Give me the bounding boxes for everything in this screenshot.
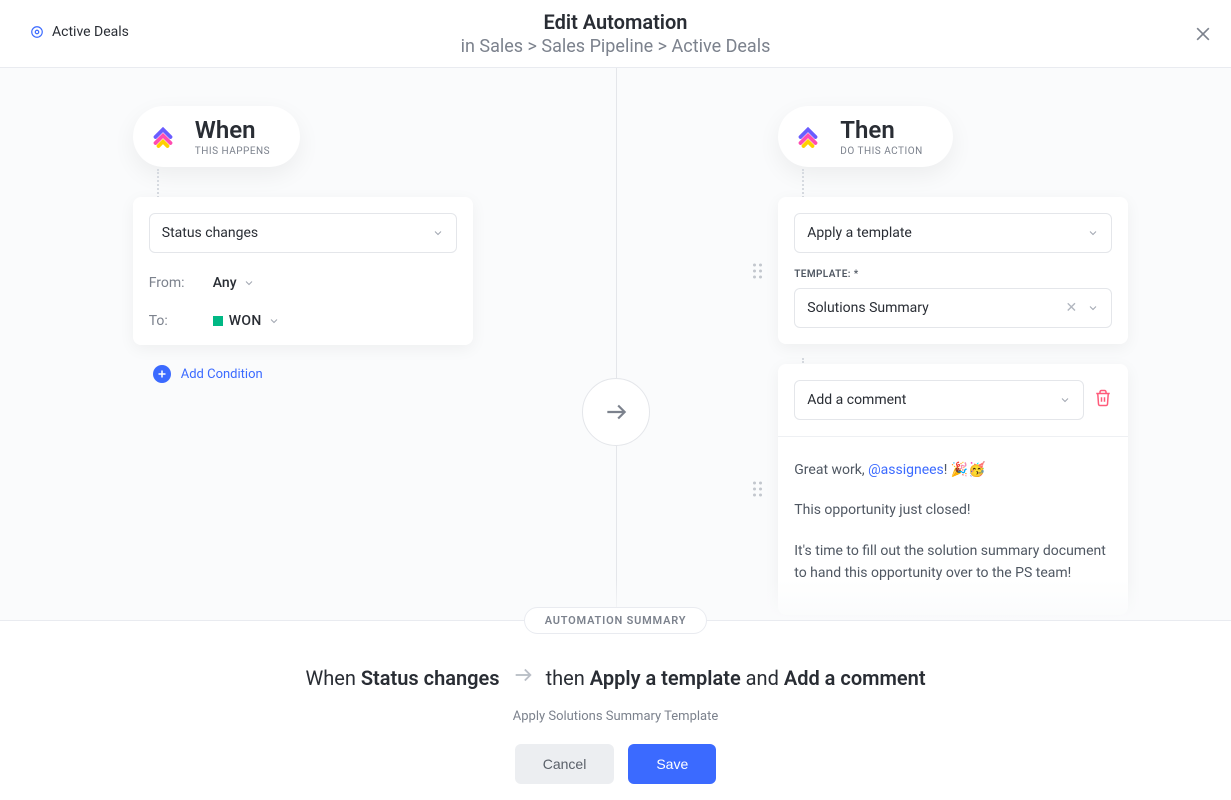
header-bar: Active Deals Edit Automation in Sales > … (0, 0, 1231, 68)
from-label: From: (149, 275, 213, 291)
status-color-icon (213, 316, 223, 326)
trigger-select[interactable]: Status changes (149, 213, 457, 253)
chevron-down-icon (1059, 394, 1071, 406)
then-subtitle: DO THIS ACTION (840, 146, 923, 157)
to-value-text: WON (229, 313, 262, 329)
when-column: When THIS HAPPENS Status changes From: A… (0, 106, 616, 620)
action-select-comment[interactable]: Add a comment (794, 380, 1084, 420)
app-logo-icon (790, 119, 826, 155)
comment-text: It's time to fill out the solution summa… (794, 540, 1112, 585)
comment-text: ! 🎉🥳 (944, 462, 986, 478)
close-button[interactable] (1193, 24, 1213, 44)
template-field-label: TEMPLATE: * (794, 269, 1112, 280)
when-heading: When THIS HAPPENS (133, 106, 300, 167)
comment-text: This opportunity just closed! (794, 499, 1112, 521)
action-template-card: Apply a template TEMPLATE: * Solutions S… (778, 197, 1128, 344)
chevron-down-icon (268, 315, 280, 327)
arrow-right-icon (512, 664, 534, 691)
location-pin-icon (30, 25, 44, 39)
center-divider (616, 68, 617, 620)
summary-word: and (746, 666, 779, 690)
action-select-value: Add a comment (807, 392, 906, 408)
summary-badge: AUTOMATION SUMMARY (524, 607, 708, 634)
cancel-button[interactable]: Cancel (515, 744, 615, 784)
drag-handle-icon[interactable] (753, 263, 762, 278)
when-title: When (195, 116, 270, 144)
mention-token: @assignees (868, 462, 944, 478)
add-condition-button[interactable]: Add Condition (153, 365, 483, 383)
when-subtitle: THIS HAPPENS (195, 146, 270, 157)
to-value-select[interactable]: WON (213, 313, 280, 329)
location-indicator: Active Deals (30, 24, 129, 40)
summary-trigger: Status changes (361, 666, 500, 690)
template-select-value: Solutions Summary (807, 300, 929, 316)
chevron-down-icon (432, 227, 444, 239)
summary-sentence: When Status changes then Apply a templat… (0, 664, 1231, 691)
clear-template-button[interactable]: ✕ (1066, 300, 1078, 316)
action-comment-card: Add a comment Great work, @assignees! 🎉🥳… (778, 364, 1128, 615)
plus-circle-icon (153, 365, 171, 383)
save-button[interactable]: Save (628, 744, 716, 784)
then-heading: Then DO THIS ACTION (778, 106, 953, 167)
chevron-down-icon (1087, 227, 1099, 239)
add-condition-label: Add Condition (181, 367, 263, 382)
delete-action-button[interactable] (1094, 389, 1112, 411)
then-title: Then (840, 116, 923, 144)
template-select[interactable]: Solutions Summary ✕ (794, 288, 1112, 328)
then-column: Then DO THIS ACTION Apply a template TEM… (616, 106, 1231, 620)
flow-arrow-icon (582, 378, 650, 446)
summary-word: When (305, 666, 355, 690)
location-text: Active Deals (52, 24, 129, 40)
footer-panel: AUTOMATION SUMMARY When Status changes t… (0, 620, 1231, 800)
summary-action: Apply a template (590, 666, 741, 690)
from-value-text: Any (213, 275, 237, 291)
trigger-select-value: Status changes (162, 225, 258, 241)
action-select-template[interactable]: Apply a template (794, 213, 1112, 253)
summary-word: then (546, 666, 585, 690)
comment-text: Great work, (794, 462, 868, 478)
to-label: To: (149, 313, 213, 329)
summary-subtext: Apply Solutions Summary Template (0, 709, 1231, 724)
comment-body-text[interactable]: Great work, @assignees! 🎉🥳 This opportun… (778, 436, 1128, 585)
breadcrumb: in Sales > Sales Pipeline > Active Deals (461, 36, 771, 57)
page-title: Edit Automation (461, 10, 771, 34)
chevron-down-icon (243, 277, 255, 289)
from-value-select[interactable]: Any (213, 275, 255, 291)
drag-handle-icon[interactable] (753, 482, 762, 497)
chevron-down-icon (1087, 302, 1099, 314)
action-select-value: Apply a template (807, 225, 912, 241)
trigger-card: Status changes From: Any To: (133, 197, 473, 345)
editor-canvas: When THIS HAPPENS Status changes From: A… (0, 68, 1231, 620)
summary-action: Add a comment (784, 666, 926, 690)
app-logo-icon (145, 119, 181, 155)
